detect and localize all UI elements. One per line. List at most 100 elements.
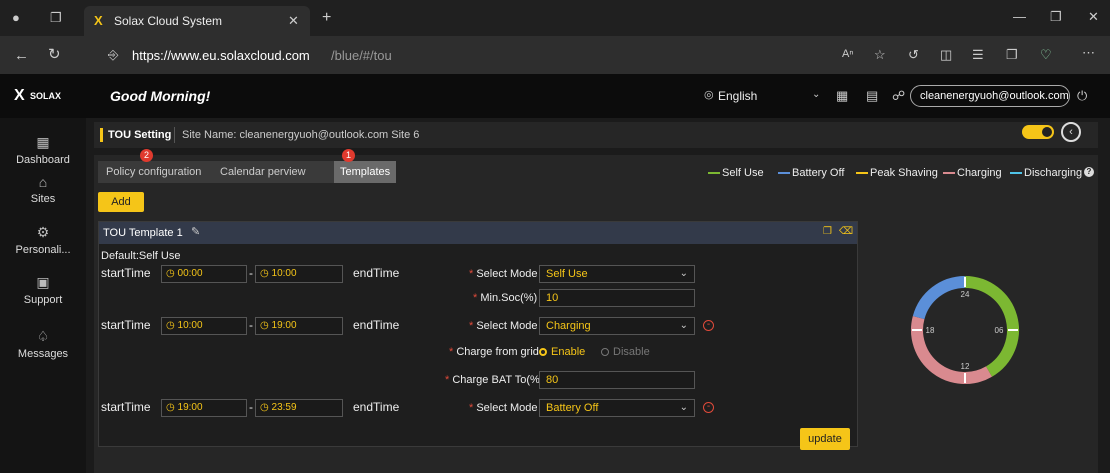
browser-tab-bar: ● ❐ X Solax Cloud System ✕ + — ❐ ✕ <box>0 0 1110 36</box>
start-time-label: startTime <box>101 266 151 280</box>
tou-toggle[interactable] <box>1022 125 1054 139</box>
clock-label-12: 12 <box>961 362 970 371</box>
chevron-down-icon: ⌄ <box>679 320 688 331</box>
back-icon[interactable]: ← <box>14 48 29 63</box>
sidebar-item-dashboard[interactable]: ▦ Dashboard <box>0 134 86 166</box>
mode-select[interactable]: Battery Off ⌄ <box>539 399 695 417</box>
power-icon[interactable]: ⏻ <box>1077 89 1087 102</box>
site-name: Site Name: cleanenergyuoh@outlook.com Si… <box>182 129 420 141</box>
radio-unchecked-icon <box>601 348 609 357</box>
solax-logo-icon: X <box>14 87 25 104</box>
enable-radio[interactable]: Enable <box>539 346 585 358</box>
account-button[interactable]: cleanenergyuoh@outlook.com <box>910 85 1070 107</box>
end-time-input[interactable]: ◷ 10:00 <box>255 265 343 283</box>
remove-row-icon[interactable]: - <box>703 402 714 413</box>
schedule-ring: 24 06 12 18 <box>911 276 1019 384</box>
read-aloud-icon[interactable]: Aⁿ <box>842 49 853 60</box>
step-badge-2: 2 <box>140 149 153 162</box>
split-screen-icon[interactable]: ◫ <box>940 48 952 61</box>
sidebar-item-personalization[interactable]: ⚙ Personali... <box>0 224 86 256</box>
radio-checked-icon <box>539 348 547 357</box>
min-soc-input[interactable]: 10 <box>539 289 695 307</box>
app-header: X SOLAX Good Morning! ◎ English ⌄ ▦ ▤ ☍ … <box>0 74 1110 118</box>
sidebar-item-sites[interactable]: ⌂ Sites <box>0 174 86 205</box>
tab-templates[interactable]: Templates <box>334 161 397 183</box>
end-time-label: endTime <box>353 400 400 414</box>
update-button[interactable]: update <box>800 428 850 450</box>
url-path: /blue/#/tou <box>331 48 392 63</box>
more-icon[interactable]: ⋯ <box>1082 46 1095 59</box>
greeting: Good Morning! <box>110 88 211 104</box>
profile-icon[interactable]: ● <box>12 11 20 24</box>
clock-label-06: 06 <box>995 326 1004 335</box>
collapse-icon[interactable]: ‹ <box>1061 122 1081 142</box>
legend-charging: Charging <box>943 167 1002 179</box>
restore-icon[interactable]: ❐ <box>1050 10 1062 23</box>
tab-title: Solax Cloud System <box>114 14 223 28</box>
sidebar: ▦ Dashboard ⌂ Sites ⚙ Personali... ▣ Sup… <box>0 118 86 473</box>
grid-icon[interactable]: ▦ <box>836 89 848 102</box>
charge-bat-input[interactable]: 80 <box>539 371 695 389</box>
share-icon[interactable]: ☍ <box>892 89 905 102</box>
copy-icon[interactable]: ❐ <box>823 227 832 237</box>
clock-label-18: 18 <box>926 326 935 335</box>
start-time-label: startTime <box>101 400 151 414</box>
globe-icon: ◎ <box>704 89 714 101</box>
browser-tab[interactable]: X Solax Cloud System ✕ <box>84 6 310 36</box>
end-time-label: endTime <box>353 266 400 280</box>
disable-radio[interactable]: Disable <box>601 346 650 358</box>
tab-actions-icon[interactable]: ❐ <box>50 11 62 24</box>
language-select[interactable]: English <box>718 89 757 103</box>
sidebar-item-label: Sites <box>30 193 56 205</box>
calendar-icon[interactable]: ▤ <box>866 89 878 102</box>
chevron-down-icon[interactable]: ⌄ <box>812 90 820 100</box>
account-email: cleanenergyuoh@outlook.com <box>920 90 1069 102</box>
select-mode-label: * Select Mode <box>469 268 538 280</box>
mode-select[interactable]: Charging ⌄ <box>539 317 695 335</box>
select-mode-label: * Select Mode <box>469 402 538 414</box>
solax-favicon-icon: X <box>94 13 103 28</box>
clock-label-24: 24 <box>961 290 970 299</box>
address-bar: ← ↻ ⎆ https://www.eu.solaxcloud.com /blu… <box>0 36 1110 74</box>
end-time-label: endTime <box>353 318 400 332</box>
refresh-extension-icon[interactable]: ↺ <box>908 48 919 61</box>
chevron-down-icon: ⌄ <box>679 268 688 279</box>
legend-battery-off: Battery Off <box>778 167 844 179</box>
end-time-input[interactable]: ◷ 23:59 <box>255 399 343 417</box>
health-icon[interactable]: ♡ <box>1040 48 1052 61</box>
url-input[interactable]: ⎆ https://www.eu.solaxcloud.com /blue/#/… <box>98 40 818 70</box>
refresh-icon[interactable]: ↻ <box>48 47 61 62</box>
sidebar-item-label: Dashboard <box>16 154 70 166</box>
collections-icon[interactable]: ❐ <box>1006 48 1018 61</box>
sidebar-item-label: Messages <box>17 348 69 360</box>
remove-row-icon[interactable]: - <box>703 320 714 331</box>
ring-segment-self-use <box>964 276 1019 377</box>
select-mode-label: * Select Mode <box>469 320 538 332</box>
end-time-input[interactable]: ◷ 19:00 <box>255 317 343 335</box>
help-icon[interactable]: ? <box>1084 167 1094 177</box>
sidebar-item-support[interactable]: ▣ Support <box>0 274 86 306</box>
start-time-input[interactable]: ◷ 00:00 <box>161 265 247 283</box>
start-time-input[interactable]: ◷ 19:00 <box>161 399 247 417</box>
default-mode: Default:Self Use <box>101 250 181 262</box>
bell-icon: ♤ <box>36 328 50 344</box>
sidebar-item-messages[interactable]: ♤ Messages <box>0 328 86 360</box>
favorites-list-icon[interactable]: ☰ <box>972 48 984 61</box>
new-tab-icon[interactable]: + <box>322 10 331 26</box>
legend-discharging: Discharging <box>1010 167 1082 179</box>
charge-from-grid-label: * Charge from grid <box>449 346 539 358</box>
sidebar-item-label: Support <box>23 294 63 306</box>
mode-select[interactable]: Self Use ⌄ <box>539 265 695 283</box>
minimize-icon[interactable]: — <box>1013 10 1026 23</box>
favorite-icon[interactable]: ☆ <box>874 48 886 61</box>
edit-icon[interactable]: ✎ <box>191 227 200 238</box>
delete-icon[interactable]: ⌫ <box>839 227 853 237</box>
add-button[interactable]: Add <box>98 192 144 212</box>
sidebar-item-label: Personali... <box>15 244 71 256</box>
tab-policy-configuration[interactable]: Policy configuration <box>100 161 207 183</box>
tab-calendar-preview[interactable]: Calendar perview <box>214 161 312 183</box>
close-tab-icon[interactable]: ✕ <box>288 14 299 27</box>
start-time-input[interactable]: ◷ 10:00 <box>161 317 247 335</box>
close-window-icon[interactable]: ✕ <box>1088 10 1099 23</box>
dashboard-icon: ▦ <box>36 134 50 150</box>
